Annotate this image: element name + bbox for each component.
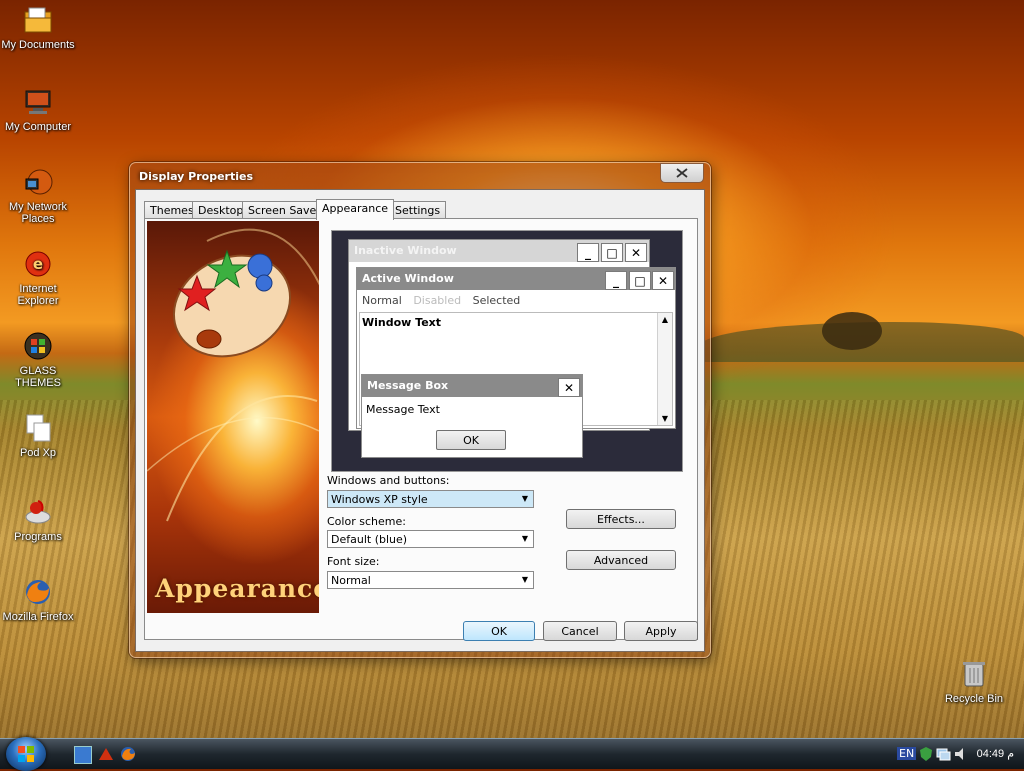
chevron-down-icon: ▼ (521, 575, 529, 584)
firefox-icon (22, 576, 54, 608)
color-scheme-value: Default (blue) (331, 533, 408, 546)
cancel-button[interactable]: Cancel (543, 621, 617, 641)
taskbar: EN 04:49 م (0, 737, 1024, 771)
wallpaper-tree (822, 312, 882, 350)
desktop-icon-label: My Network Places (8, 201, 68, 225)
appearance-panel: Appearance Inactive Window _ □ ✕ Active … (144, 218, 698, 640)
volume-tray-icon[interactable] (953, 746, 969, 762)
internet-explorer-icon: e (22, 248, 54, 280)
advanced-button[interactable]: Advanced (566, 550, 676, 570)
document-icon (22, 412, 54, 444)
show-desktop-icon[interactable] (74, 746, 92, 764)
effects-button[interactable]: Effects... (566, 509, 676, 529)
security-tray-icon[interactable] (918, 746, 934, 762)
preview-menu-bar: Normal Disabled Selected (362, 294, 520, 307)
desktop-icon-label: Internet Explorer (17, 283, 59, 307)
font-size-value: Normal (331, 574, 371, 587)
maximize-icon: □ (601, 243, 623, 262)
appearance-preview: Inactive Window _ □ ✕ Active Window _ □ … (331, 230, 683, 472)
recycle-bin-icon (958, 658, 990, 690)
color-scheme-label: Color scheme: (327, 515, 406, 528)
chevron-down-icon: ▼ (521, 534, 529, 543)
message-text: Message Text (366, 403, 440, 416)
close-icon: ✕ (558, 378, 580, 397)
windows-orb-icon (22, 330, 54, 362)
message-box-title: Message Box (362, 375, 582, 397)
color-scheme-select[interactable]: Default (blue) ▼ (327, 530, 534, 548)
chevron-down-icon: ▼ (521, 494, 529, 503)
desktop-icon-label: My Computer (4, 121, 72, 133)
minimize-icon: _ (605, 271, 627, 290)
menu-selected: Selected (472, 294, 521, 307)
menu-disabled: Disabled (413, 294, 462, 307)
tab-appearance[interactable]: Appearance (316, 199, 395, 220)
preview-scrollbar: ▲ ▼ (657, 313, 672, 425)
desktop-icon-label: Pod Xp (19, 447, 57, 459)
language-indicator[interactable]: EN (897, 747, 917, 760)
font-size-label: Font size: (327, 555, 380, 568)
folder-documents-icon (22, 4, 54, 36)
font-size-select[interactable]: Normal ▼ (327, 571, 534, 589)
scroll-down-icon: ▼ (661, 414, 669, 423)
banner-title: Appearance (155, 574, 319, 603)
network-tray-icon[interactable] (935, 746, 951, 762)
window-text: Window Text (362, 316, 442, 329)
palette-icon (147, 228, 319, 522)
desktop-icon-network-places[interactable]: My Network Places (0, 166, 76, 225)
network-places-icon (22, 166, 54, 198)
tab-settings[interactable]: Settings (389, 201, 447, 219)
menu-normal: Normal (362, 294, 402, 307)
taskbar-clock[interactable]: 04:49 م (977, 747, 1014, 760)
message-ok-button: OK (436, 430, 506, 450)
minimize-icon: _ (577, 243, 599, 262)
appearance-banner: Appearance (147, 221, 319, 613)
maximize-icon: □ (629, 271, 651, 290)
preview-message-box: Message Box ✕ Message Text OK (361, 374, 583, 458)
desktop-icon-label: Recycle Bin (944, 693, 1004, 705)
svg-text:e: e (33, 255, 43, 273)
computer-icon (22, 86, 54, 118)
tab-screen-saver[interactable]: Screen Saver (242, 201, 327, 219)
desktop-icon-recycle-bin[interactable]: Recycle Bin (936, 658, 1012, 705)
desktop-icon-internet-explorer[interactable]: e Internet Explorer (0, 248, 76, 307)
start-button[interactable] (6, 737, 46, 771)
browser-quicklaunch-icon[interactable] (98, 746, 114, 762)
desktop-icon-pod-xp[interactable]: Pod Xp (0, 412, 76, 459)
desktop-icon-firefox[interactable]: Mozilla Firefox (0, 576, 76, 623)
desktop-icon-label: Mozilla Firefox (2, 611, 74, 623)
close-icon: ✕ (625, 243, 647, 262)
windows-buttons-label: Windows and buttons: (327, 474, 450, 487)
windows-logo-icon (18, 746, 34, 762)
active-window-title: Active Window (357, 268, 675, 290)
window-title: Display Properties (139, 170, 254, 183)
desktop-icon-label: My Documents (1, 39, 75, 51)
windows-buttons-value: Windows XP style (331, 493, 428, 506)
firefox-quicklaunch-icon[interactable] (120, 746, 136, 762)
desktop-icon-programs[interactable]: Programs (0, 496, 76, 543)
programs-icon (22, 496, 54, 528)
desktop-icon-my-computer[interactable]: My Computer (0, 86, 76, 133)
desktop-icon-my-documents[interactable]: My Documents (0, 4, 76, 51)
close-button[interactable] (660, 163, 704, 183)
windows-buttons-select[interactable]: Windows XP style ▼ (327, 490, 534, 508)
display-properties-window[interactable]: Display Properties Themes Desktop Screen… (129, 162, 711, 658)
close-icon: ✕ (652, 271, 674, 290)
apply-button[interactable]: Apply (624, 621, 698, 641)
tab-desktop[interactable]: Desktop (192, 201, 250, 219)
ok-button[interactable]: OK (463, 621, 535, 641)
desktop-icon-label: GLASS THEMES (15, 365, 61, 389)
scroll-up-icon: ▲ (661, 315, 669, 324)
desktop-icon-glass-themes[interactable]: GLASS THEMES (0, 330, 76, 389)
dialog-client: Themes Desktop Screen Saver Appearance S… (135, 189, 705, 652)
desktop-icon-label: Programs (14, 531, 62, 543)
close-icon (676, 168, 688, 178)
